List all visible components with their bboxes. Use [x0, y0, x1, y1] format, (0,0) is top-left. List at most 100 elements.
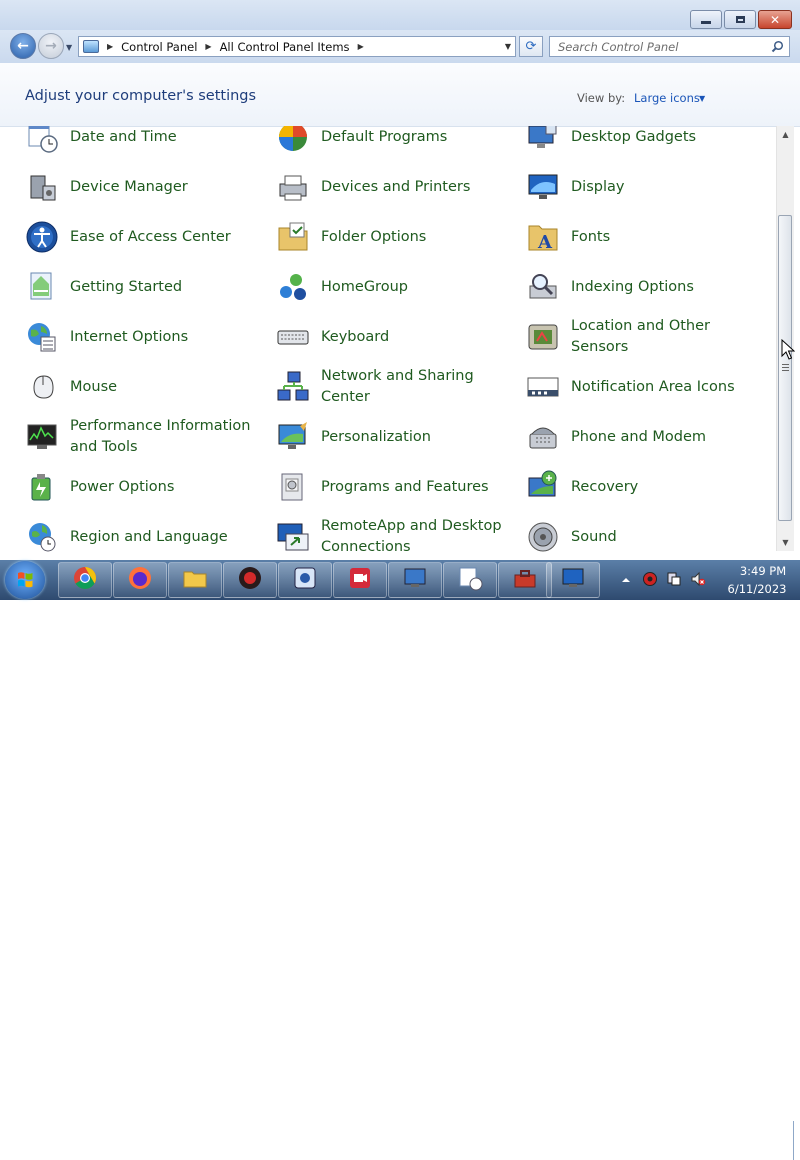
control-panel-item[interactable]: Recovery [526, 465, 756, 509]
control-panel-item-label[interactable]: Device Manager [70, 177, 255, 198]
control-panel-item[interactable]: Internet Options [25, 315, 255, 359]
control-panel-item[interactable]: Desktop Gadgets [526, 126, 756, 159]
control-panel-item-label[interactable]: Devices and Printers [321, 177, 506, 198]
search-box[interactable] [549, 36, 790, 57]
taskbar-app-button[interactable] [546, 562, 600, 598]
control-panel-item[interactable]: Location and Other Sensors [526, 315, 756, 359]
maximize-button[interactable] [724, 10, 756, 29]
control-panel-item-label[interactable]: Recovery [571, 477, 756, 498]
view-by-dropdown[interactable]: Large icons [634, 91, 700, 105]
control-panel-item-label[interactable]: Date and Time [70, 127, 255, 148]
control-panel-item-label[interactable]: Ease of Access Center [70, 227, 255, 248]
control-panel-item-label[interactable]: Internet Options [70, 327, 255, 348]
control-panel-item-label[interactable]: Getting Started [70, 277, 255, 298]
control-panel-item-label[interactable]: Default Programs [321, 127, 506, 148]
control-panel-item[interactable]: Phone and Modem [526, 415, 756, 459]
breadcrumb-control-panel[interactable]: Control Panel [121, 40, 197, 54]
scrollbar-thumb[interactable] [778, 215, 792, 521]
search-icon[interactable] [771, 40, 784, 53]
control-panel-item[interactable]: Mouse [25, 365, 255, 409]
breadcrumb-all-items[interactable]: All Control Panel Items [220, 40, 350, 54]
control-panel-item[interactable]: Programs and Features [276, 465, 506, 509]
title-bar[interactable]: ✕ [0, 0, 800, 30]
control-panel-item[interactable]: Folder Options [276, 215, 506, 259]
recent-pages-dropdown-icon[interactable]: ▼ [66, 43, 72, 52]
address-bar[interactable]: ▶ Control Panel ▶ All Control Panel Item… [78, 36, 516, 57]
close-button[interactable]: ✕ [758, 10, 792, 29]
control-panel-item[interactable]: Power Options [25, 465, 255, 509]
control-panel-item-label[interactable]: RemoteApp and Desktop Connections [321, 516, 506, 554]
control-panel-item-label[interactable]: Display [571, 177, 756, 198]
forward-button[interactable]: → [38, 33, 64, 59]
control-panel-item[interactable]: Getting Started [25, 265, 255, 309]
control-panel-item-label[interactable]: Region and Language [70, 527, 255, 548]
control-panel-item-label[interactable]: Performance Information and Tools [70, 416, 255, 458]
control-panel-item-label[interactable]: Keyboard [321, 327, 506, 348]
taskbar-app-button[interactable] [58, 562, 112, 598]
control-panel-item-label[interactable]: Phone and Modem [571, 427, 756, 448]
control-panel-item-label[interactable]: Network and Sharing Center [321, 366, 506, 408]
taskbar-app-button[interactable] [388, 562, 442, 598]
control-panel-item[interactable]: Performance Information and Tools [25, 415, 255, 459]
control-panel-item-label[interactable]: Programs and Features [321, 477, 506, 498]
display-icon [526, 170, 560, 204]
taskbar-app-button[interactable] [278, 562, 332, 598]
control-panel-item[interactable]: Ease of Access Center [25, 215, 255, 259]
control-panel-item-label[interactable]: Indexing Options [571, 277, 756, 298]
chevron-up-icon[interactable] [620, 574, 632, 586]
control-panel-item[interactable]: Device Manager [25, 165, 255, 209]
control-panel-item-label[interactable]: Personalization [321, 427, 506, 448]
taskbar-app-button[interactable] [168, 562, 222, 598]
control-panel-item-label[interactable]: Location and Other Sensors [571, 316, 756, 358]
control-panel-item[interactable]: Date and Time [25, 126, 255, 159]
back-button[interactable]: ← [10, 33, 36, 59]
control-panel-item[interactable]: Personalization [276, 415, 506, 459]
control-panel-item-label[interactable]: HomeGroup [321, 277, 506, 298]
control-panel-item[interactable]: Display [526, 165, 756, 209]
control-panel-item[interactable]: A Fonts [526, 215, 756, 259]
control-panel-item[interactable]: Keyboard [276, 315, 506, 359]
control-panel-item[interactable]: Indexing Options [526, 265, 756, 309]
control-panel-item-label[interactable]: Fonts [571, 227, 756, 248]
search-input[interactable] [556, 38, 770, 55]
security-tray-icon[interactable] [642, 571, 658, 587]
start-button[interactable] [5, 561, 45, 599]
taskbar-app-button[interactable] [443, 562, 497, 598]
clock-date[interactable]: 6/11/2023 [722, 582, 792, 596]
taskbar-app-button[interactable] [498, 562, 552, 598]
taskbar-app-button[interactable] [333, 562, 387, 598]
network-tray-icon[interactable] [666, 571, 682, 587]
control-panel-item-label[interactable]: Notification Area Icons [571, 377, 756, 398]
date-time-icon [25, 126, 59, 154]
breadcrumb-separator-icon[interactable]: ▶ [358, 42, 364, 51]
refresh-button[interactable]: ⟳ [519, 36, 543, 57]
breadcrumb-separator-icon[interactable]: ▶ [107, 42, 113, 51]
control-panel-item[interactable]: Devices and Printers [276, 165, 506, 209]
control-panel-item[interactable]: Network and Sharing Center [276, 365, 506, 409]
control-panel-item-label[interactable]: Mouse [70, 377, 255, 398]
control-panel-item-label[interactable]: Folder Options [321, 227, 506, 248]
clock-time[interactable]: 3:49 PM [738, 564, 788, 578]
control-panel-item[interactable]: Region and Language [25, 515, 255, 554]
control-panel-item-label[interactable]: Power Options [70, 477, 255, 498]
control-panel-item[interactable]: Sound [526, 515, 756, 554]
control-panel-item[interactable]: RemoteApp and Desktop Connections [276, 515, 506, 554]
breadcrumb-separator-icon[interactable]: ▶ [205, 42, 211, 51]
control-panel-item-label[interactable]: Sound [571, 527, 756, 548]
control-panel-item[interactable]: HomeGroup [276, 265, 506, 309]
minimize-button[interactable] [690, 10, 722, 29]
navigation-bar: ← → ▼ ▶ Control Panel ▶ All Control Pane… [0, 30, 800, 63]
volume-muted-icon[interactable] [690, 571, 706, 587]
chevron-down-icon[interactable]: ▼ [699, 94, 705, 103]
control-panel-item[interactable]: Default Programs [276, 126, 506, 159]
control-panel-item[interactable]: Notification Area Icons [526, 365, 756, 409]
phone-modem-icon [526, 420, 560, 454]
scroll-up-button[interactable]: ▲ [777, 126, 794, 143]
control-panel-item-label[interactable]: Desktop Gadgets [571, 127, 756, 148]
homegroup-icon [276, 270, 310, 304]
taskbar-app-button[interactable] [223, 562, 277, 598]
show-desktop-button[interactable] [793, 1121, 800, 1160]
address-dropdown-icon[interactable]: ▼ [505, 42, 511, 51]
scroll-down-button[interactable]: ▼ [777, 534, 794, 551]
taskbar-app-button[interactable] [113, 562, 167, 598]
